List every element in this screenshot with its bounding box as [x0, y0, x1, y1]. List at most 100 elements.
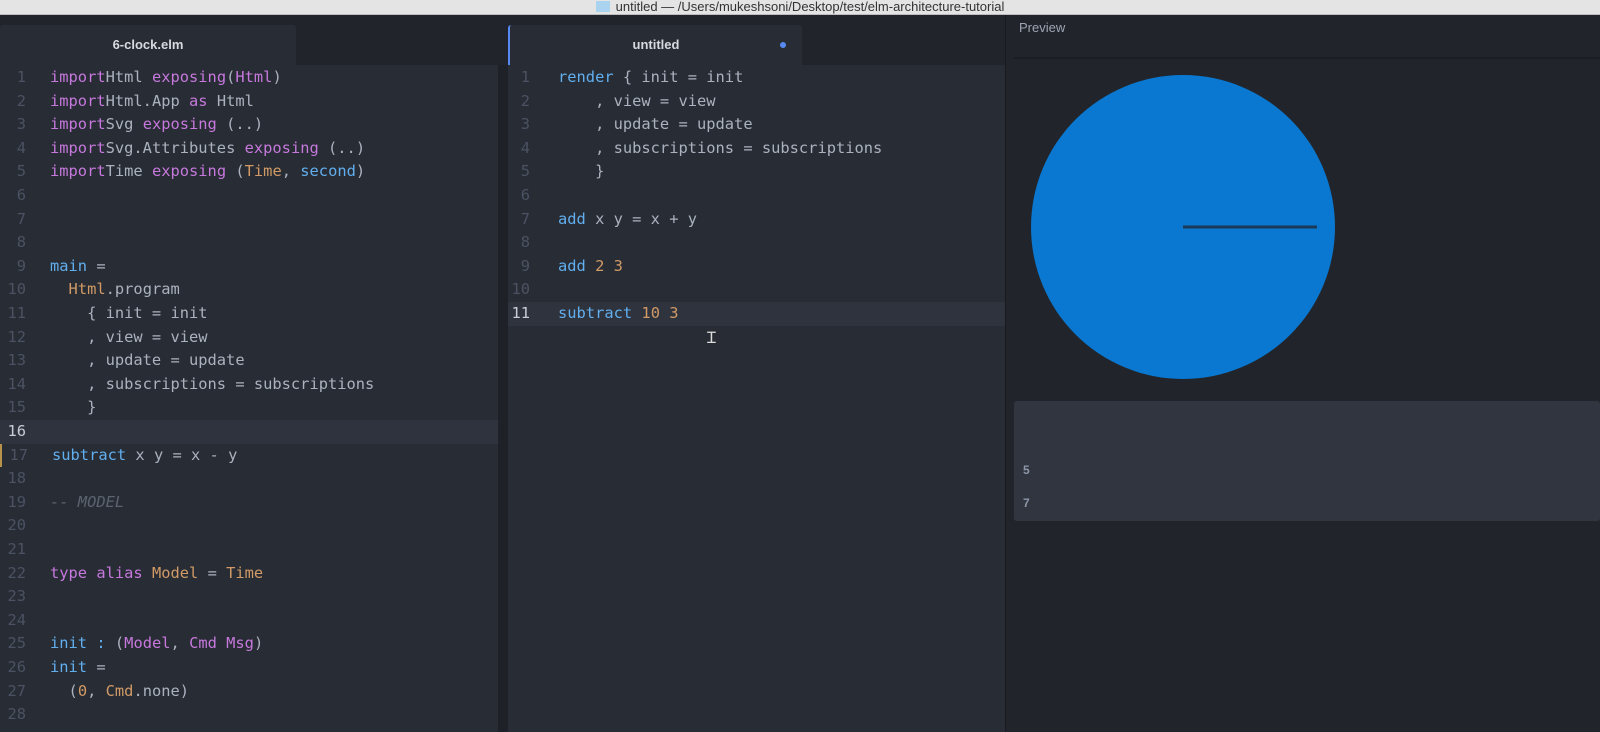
code-line[interactable]: 1 render { init = init [508, 66, 1005, 90]
line-number: 17 [9, 445, 28, 464]
code-line[interactable]: 27 (0, Cmd.none) [0, 680, 498, 704]
code-text: subtract 10 3 [558, 302, 679, 326]
code-line[interactable]: 6 [0, 184, 498, 208]
code-token: exposing [142, 115, 217, 134]
code-token: add [558, 256, 586, 275]
code-token: ) [253, 634, 264, 653]
code-line[interactable]: 4 importSvg.Attributes exposing (..) [0, 137, 498, 161]
code-line[interactable]: 11 { init = init [0, 302, 498, 326]
code-line[interactable]: 24 [0, 609, 498, 633]
code-token: second [300, 162, 356, 181]
code-line[interactable]: 5 importTime exposing (Time, second) [0, 160, 498, 184]
editor-6-clock-elm[interactable]: 1 importHtml exposing(Html) 2 importHtml.Ap… [0, 65, 498, 732]
code-line[interactable]: 2 , view = view [508, 90, 1005, 114]
line-number: 10 [7, 280, 26, 299]
code-token: .program [105, 280, 180, 299]
clock-svg [1031, 75, 1335, 379]
code-line[interactable]: 25 init : (Model, Cmd Msg) [0, 632, 498, 656]
code-text: } [50, 396, 96, 420]
code-token: import [50, 162, 106, 181]
code-line[interactable]: 5 } [508, 160, 1005, 184]
code-line[interactable]: 11 subtract 10 3 [508, 302, 1005, 326]
code-text: init : (Model, Cmd Msg) [50, 632, 263, 656]
line-number: 21 [7, 540, 26, 558]
code-token: Svg [105, 115, 143, 134]
line-number: 6 [520, 186, 530, 204]
code-line[interactable]: 18 [0, 467, 498, 491]
code-line[interactable]: 14 , subscriptions = subscriptions [0, 373, 498, 397]
line-number: 1 [520, 68, 530, 86]
code-line[interactable]: 28 [0, 703, 498, 727]
code-line[interactable]: 20 [0, 514, 498, 538]
code-text: add x y = x + y [558, 208, 697, 232]
code-token: subtract [52, 445, 127, 464]
code-line[interactable]: 19 -- MODEL [0, 491, 498, 515]
preview-label: Preview [1019, 20, 1066, 35]
code-line[interactable]: 12 , view = view [0, 326, 498, 350]
code-line[interactable]: 1 importHtml exposing(Html) [0, 66, 498, 90]
line-number: 2 [520, 91, 530, 110]
code-token: x y = x + y [585, 209, 698, 228]
code-line[interactable]: 2 importHtml.App as Html [0, 90, 498, 114]
code-text: importHtml exposing(Html) [50, 66, 282, 90]
line-number: 10 [511, 280, 530, 299]
code-text: add 2 3 [558, 255, 623, 279]
code-line[interactable]: 13 , update = update [0, 349, 498, 373]
code-line[interactable]: 3 , update = update [508, 113, 1005, 137]
code-text: subtract x y = x - y [52, 444, 237, 468]
code-line[interactable]: 7 [0, 208, 498, 232]
tab-bar: 6-clock.elm untitled [0, 15, 1005, 65]
code-line[interactable]: 3 importSvg exposing (..) [0, 113, 498, 137]
code-line[interactable]: 6 [508, 184, 1005, 208]
line-number: 9 [16, 256, 26, 275]
line-number: 4 [520, 138, 530, 157]
code-text: , subscriptions = subscriptions [558, 137, 882, 161]
code-token: } [50, 398, 97, 417]
code-line[interactable]: 21 [0, 538, 498, 562]
code-line[interactable]: 26 init = [0, 656, 498, 680]
code-token: import [50, 68, 106, 86]
editor-untitled[interactable]: 1 render { init = init 2 , view = view 3 , … [508, 65, 1005, 732]
code-line[interactable]: 9 add 2 3 [508, 255, 1005, 279]
line-number: 3 [16, 115, 26, 134]
code-line[interactable]: 23 [0, 585, 498, 609]
code-token: = [198, 563, 227, 582]
code-token: init [50, 634, 88, 653]
tab-untitled[interactable]: untitled [508, 25, 802, 65]
code-token: ( [50, 681, 78, 700]
code-token: import [50, 138, 106, 157]
line-number: 23 [7, 587, 26, 606]
code-text: importSvg exposing (..) [50, 113, 263, 137]
code-token: , subscriptions = subscriptions [50, 374, 375, 393]
code-token: { init = init [50, 304, 208, 322]
line-number: 16 [7, 422, 26, 440]
code-line[interactable]: 4 , subscriptions = subscriptions [508, 137, 1005, 161]
code-token: } [558, 162, 605, 181]
code-text: Html.program [50, 278, 180, 302]
tab-6-clock-elm[interactable]: 6-clock.elm [0, 25, 296, 65]
code-line[interactable]: 16 [0, 420, 498, 444]
line-number: 28 [7, 705, 26, 724]
code-text: , update = update [558, 113, 753, 137]
code-line[interactable]: 8 [0, 231, 498, 255]
code-line[interactable]: 8 [508, 231, 1005, 255]
line-number: 6 [16, 186, 26, 204]
code-token: import [50, 91, 106, 110]
code-line[interactable]: 17 subtract x y = x - y [0, 443, 498, 468]
code-token: Cmd Msg [189, 634, 254, 653]
line-number: 22 [7, 563, 26, 582]
line-number: 1 [16, 68, 26, 86]
code-token: 2 3 [595, 256, 623, 275]
code-line[interactable]: 9 main = [0, 255, 498, 279]
code-line[interactable]: 22 type alias Model = Time [0, 562, 498, 586]
code-token: import [50, 115, 106, 134]
output-panel: 5 7 [1014, 401, 1600, 521]
code-token: render [558, 68, 614, 86]
code-line[interactable]: 10 Html.program [0, 278, 498, 302]
code-line[interactable]: 15 } [0, 396, 498, 420]
window-title: untitled — /Users/mukeshsoni/Desktop/tes… [615, 0, 1005, 14]
code-token: Model [124, 634, 171, 653]
code-line[interactable]: 10 [508, 278, 1005, 302]
code-line[interactable]: 7 add x y = x + y [508, 208, 1005, 232]
